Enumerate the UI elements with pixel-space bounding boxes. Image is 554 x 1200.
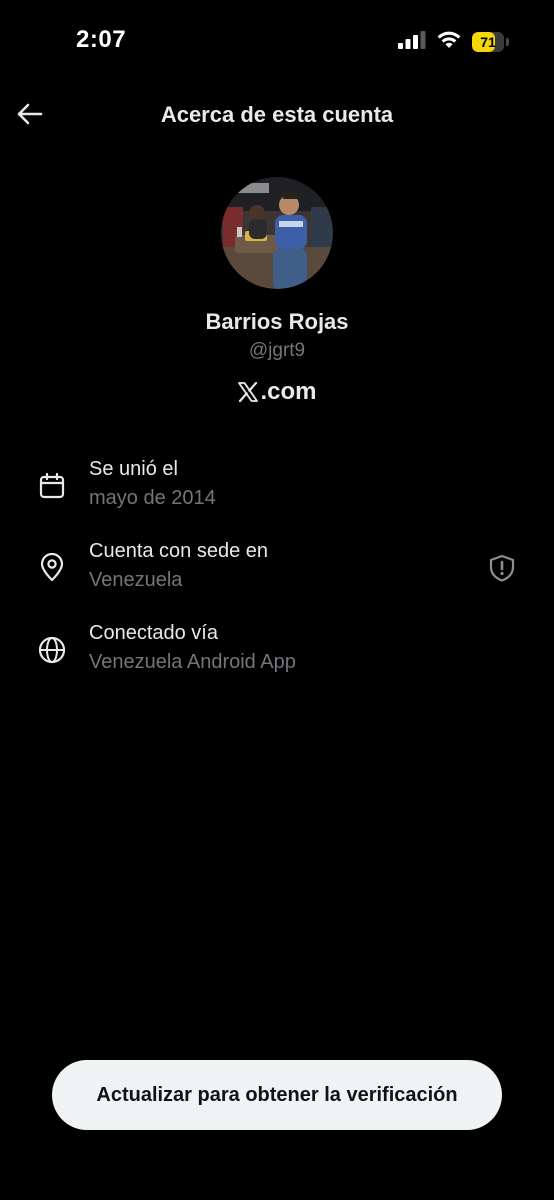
battery-indicator: 71 bbox=[472, 32, 510, 52]
battery-level: 71 bbox=[480, 34, 496, 50]
x-logo-icon bbox=[237, 381, 259, 403]
globe-icon bbox=[36, 634, 68, 666]
info-label: Cuenta con sede en bbox=[89, 540, 269, 562]
info-value: mayo de 2014 bbox=[89, 487, 216, 509]
location-pin-icon bbox=[36, 552, 68, 584]
site-label-text: .com bbox=[260, 378, 317, 405]
info-label: Conectado vía bbox=[89, 622, 218, 644]
page-title: Acerca de esta cuenta bbox=[160, 102, 394, 127]
wifi-icon bbox=[436, 30, 462, 55]
calendar-icon bbox=[36, 470, 68, 502]
display-name: Barrios Rojas bbox=[205, 309, 349, 334]
handle: @jgrt9 bbox=[248, 340, 306, 361]
cellular-signal-icon bbox=[398, 30, 426, 54]
shield-icon[interactable] bbox=[486, 552, 518, 584]
header: Acerca de esta cuenta bbox=[0, 88, 554, 144]
status-time: 2:07 bbox=[76, 26, 127, 53]
avatar[interactable] bbox=[221, 177, 333, 289]
status-icons: 71 bbox=[398, 30, 510, 54]
info-row-location: Cuenta con sede en Venezuela bbox=[0, 540, 554, 604]
info-row-connected: Conectado vía Venezuela Android App bbox=[0, 622, 554, 686]
info-value: Venezuela Android App bbox=[89, 651, 296, 673]
info-row-joined: Se unió el mayo de 2014 bbox=[0, 458, 554, 522]
info-value: Venezuela bbox=[89, 569, 183, 591]
status-bar: 2:07 71 bbox=[0, 0, 554, 80]
info-label: Se unió el bbox=[89, 458, 178, 480]
get-verified-button[interactable]: Actualizar para obtener la verificación bbox=[52, 1060, 502, 1130]
site-label: .com bbox=[0, 378, 554, 406]
